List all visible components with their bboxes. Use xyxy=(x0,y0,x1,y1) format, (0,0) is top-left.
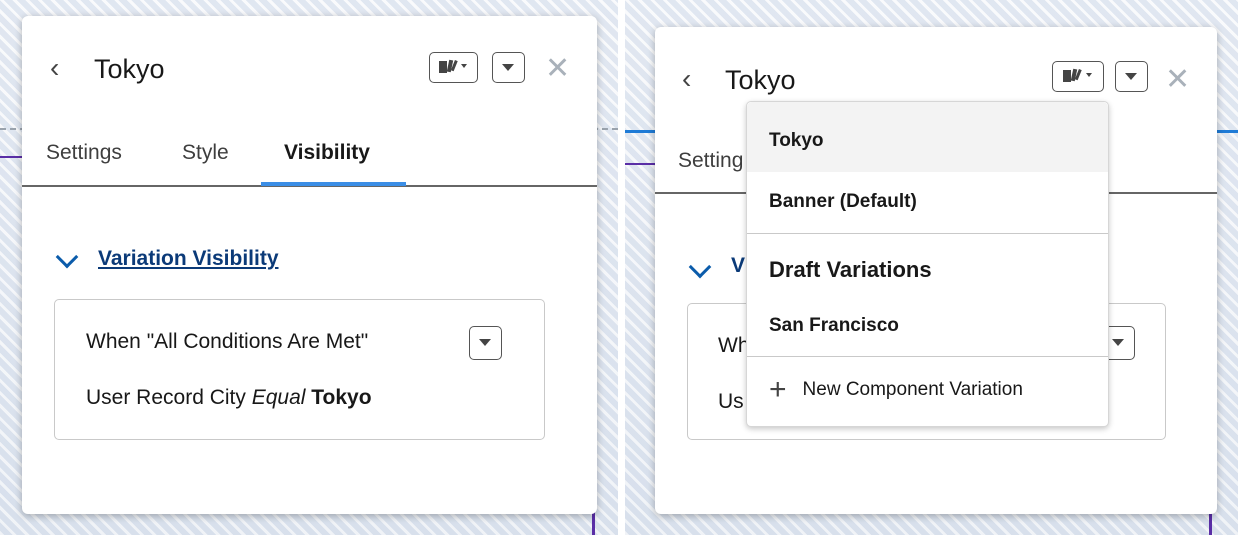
panel-title: Tokyo xyxy=(725,65,796,95)
condition-rule: Us xyxy=(718,390,744,413)
visibility-condition-card: When "All Conditions Are Met" User Recor… xyxy=(54,299,545,440)
close-icon[interactable]: ✕ xyxy=(1165,65,1190,95)
section-title-variation-visibility[interactable]: Variation Visibility xyxy=(98,247,279,271)
screenshot-divider xyxy=(618,0,625,535)
chevron-down-icon[interactable] xyxy=(688,255,712,279)
chevron-down-icon xyxy=(1125,73,1137,80)
menu-item-san-francisco[interactable]: San Francisco xyxy=(747,298,1108,354)
chevron-down-icon xyxy=(1112,339,1124,346)
variation-switcher-button[interactable] xyxy=(1052,61,1104,92)
panel-title: Tokyo xyxy=(94,54,165,84)
canvas-accent-line xyxy=(625,130,655,133)
menu-item-tokyo[interactable]: Tokyo xyxy=(747,102,1108,172)
condition-logic-label: When "All Conditions Are Met" xyxy=(86,330,369,353)
tab-visibility[interactable]: Visibility xyxy=(284,141,370,165)
condition-menu-button[interactable] xyxy=(469,326,502,360)
canvas-accent-line xyxy=(1217,130,1238,133)
properties-panel: ‹ Tokyo ✕ Settings Style Visibility Vari… xyxy=(22,16,597,514)
condition-logic-label: Wh xyxy=(718,334,750,357)
menu-separator xyxy=(747,356,1108,357)
chevron-down-icon xyxy=(479,339,491,346)
active-tab-indicator xyxy=(261,182,406,186)
left-screenshot: ‹ Tokyo ✕ Settings Style Visibility Vari… xyxy=(0,0,618,535)
menu-group-heading-draft-variations: Draft Variations xyxy=(769,257,932,282)
tab-style[interactable]: Style xyxy=(182,141,229,165)
chevron-down-icon[interactable] xyxy=(55,245,79,269)
condition-value: Tokyo xyxy=(311,386,372,409)
tab-settings[interactable]: Setting xyxy=(678,149,743,173)
canvas-accent-line xyxy=(625,163,655,165)
condition-field: User Record City xyxy=(86,386,246,409)
close-icon[interactable]: ✕ xyxy=(545,54,570,84)
variation-switcher-button[interactable] xyxy=(429,52,478,83)
back-icon[interactable]: ‹ xyxy=(50,54,59,82)
tab-settings[interactable]: Settings xyxy=(46,141,122,165)
plus-icon: + xyxy=(769,373,787,406)
variation-switcher-icon xyxy=(1063,68,1092,82)
menu-dropdown-button[interactable] xyxy=(1115,61,1148,92)
variation-dropdown-menu: Tokyo Banner (Default) Draft Variations … xyxy=(746,101,1109,427)
menu-dropdown-button[interactable] xyxy=(492,52,525,83)
condition-rule: User Record City Equal Tokyo xyxy=(86,386,372,410)
new-variation-label: New Component Variation xyxy=(802,379,1023,400)
condition-operator: Equal xyxy=(251,386,306,409)
chevron-down-icon xyxy=(502,64,514,71)
menu-item-new-component-variation[interactable]: + New Component Variation xyxy=(747,360,1108,420)
menu-separator xyxy=(747,233,1108,234)
menu-item-banner-default[interactable]: Banner (Default) xyxy=(747,172,1108,232)
section-title-variation-visibility[interactable]: V xyxy=(731,254,745,278)
right-screenshot: ‹ Tokyo ✕ Setting V Wh Us Tokyo Banner (… xyxy=(625,0,1238,535)
variation-switcher-icon xyxy=(439,59,467,73)
back-icon[interactable]: ‹ xyxy=(682,65,691,93)
